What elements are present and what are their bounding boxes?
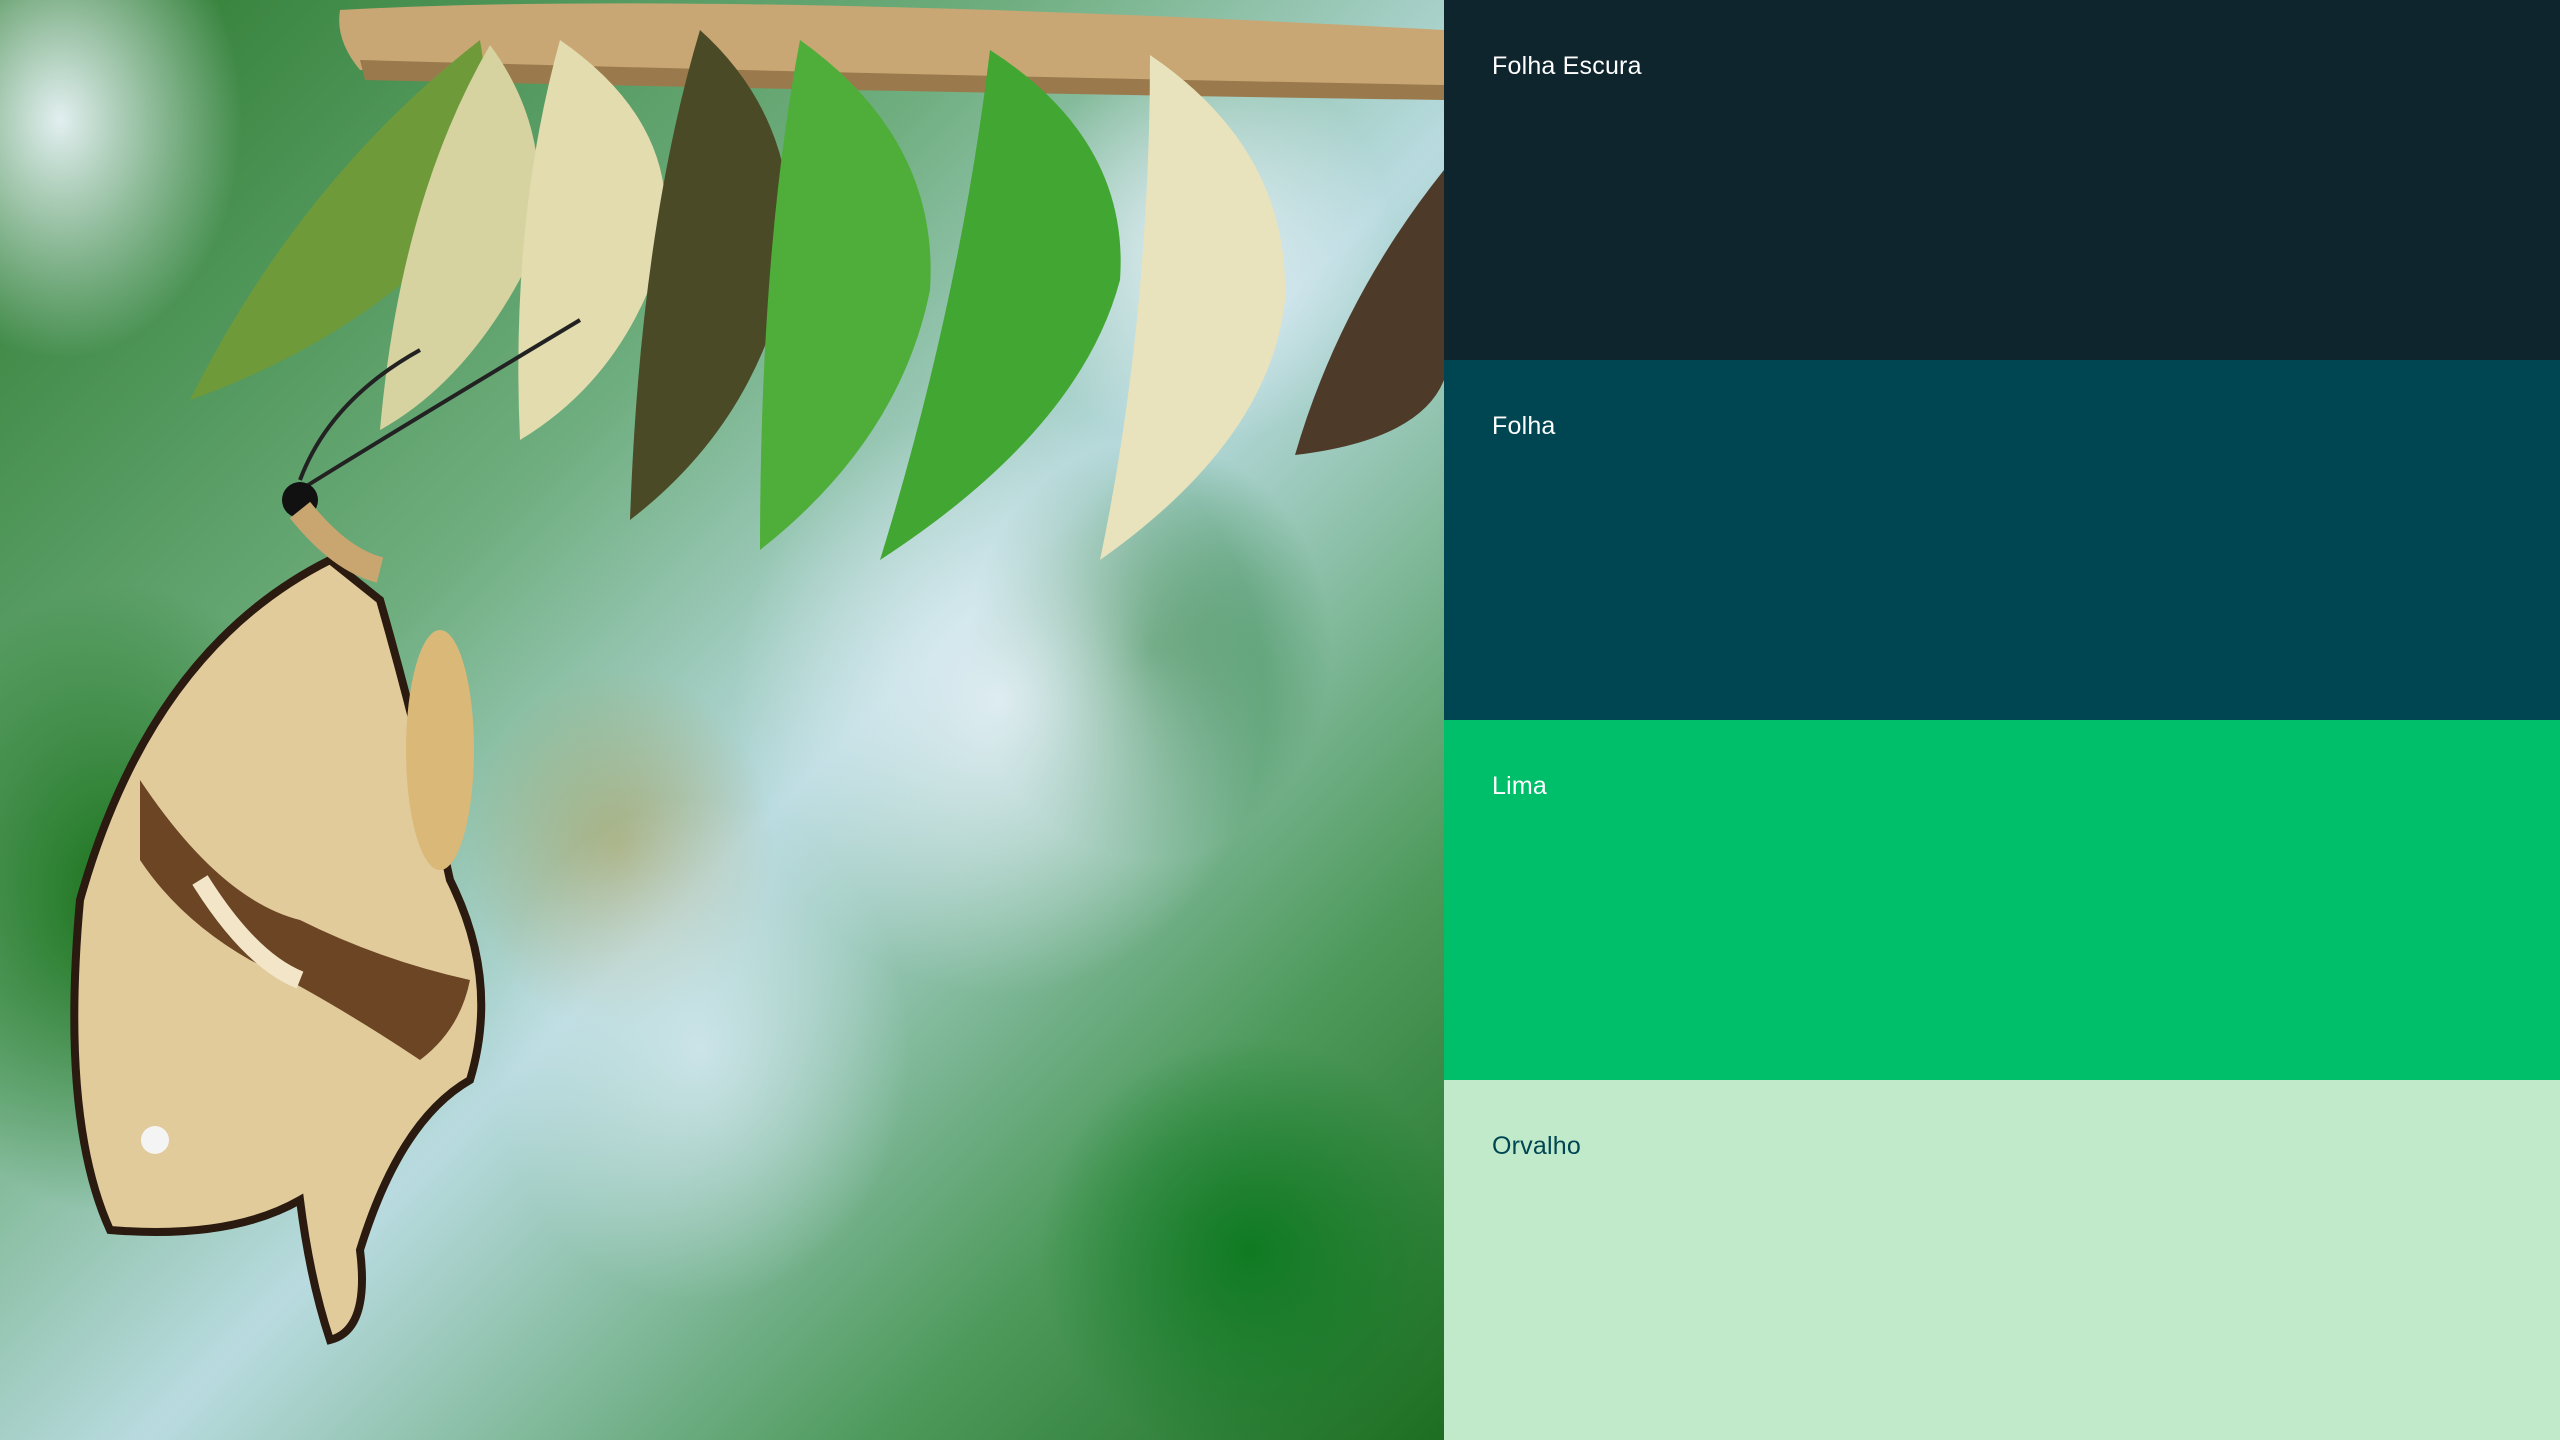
butterfly-illustration-icon (70, 3, 1444, 1345)
swatch-folha-escura: Folha Escura (1444, 0, 2560, 360)
swatch-label: Folha (1492, 412, 1556, 440)
moodboard: Folha Escura Folha Lima Orvalho (0, 0, 2560, 1440)
swatch-label: Folha Escura (1492, 52, 1642, 80)
swatch-orvalho: Orvalho (1444, 1080, 2560, 1440)
swatch-lima: Lima (1444, 720, 2560, 1080)
swatch-label: Orvalho (1492, 1132, 1581, 1160)
color-palette: Folha Escura Folha Lima Orvalho (1444, 0, 2560, 1440)
swatch-label: Lima (1492, 772, 1547, 800)
swatch-folha: Folha (1444, 360, 2560, 720)
butterfly-photo (0, 0, 1444, 1440)
